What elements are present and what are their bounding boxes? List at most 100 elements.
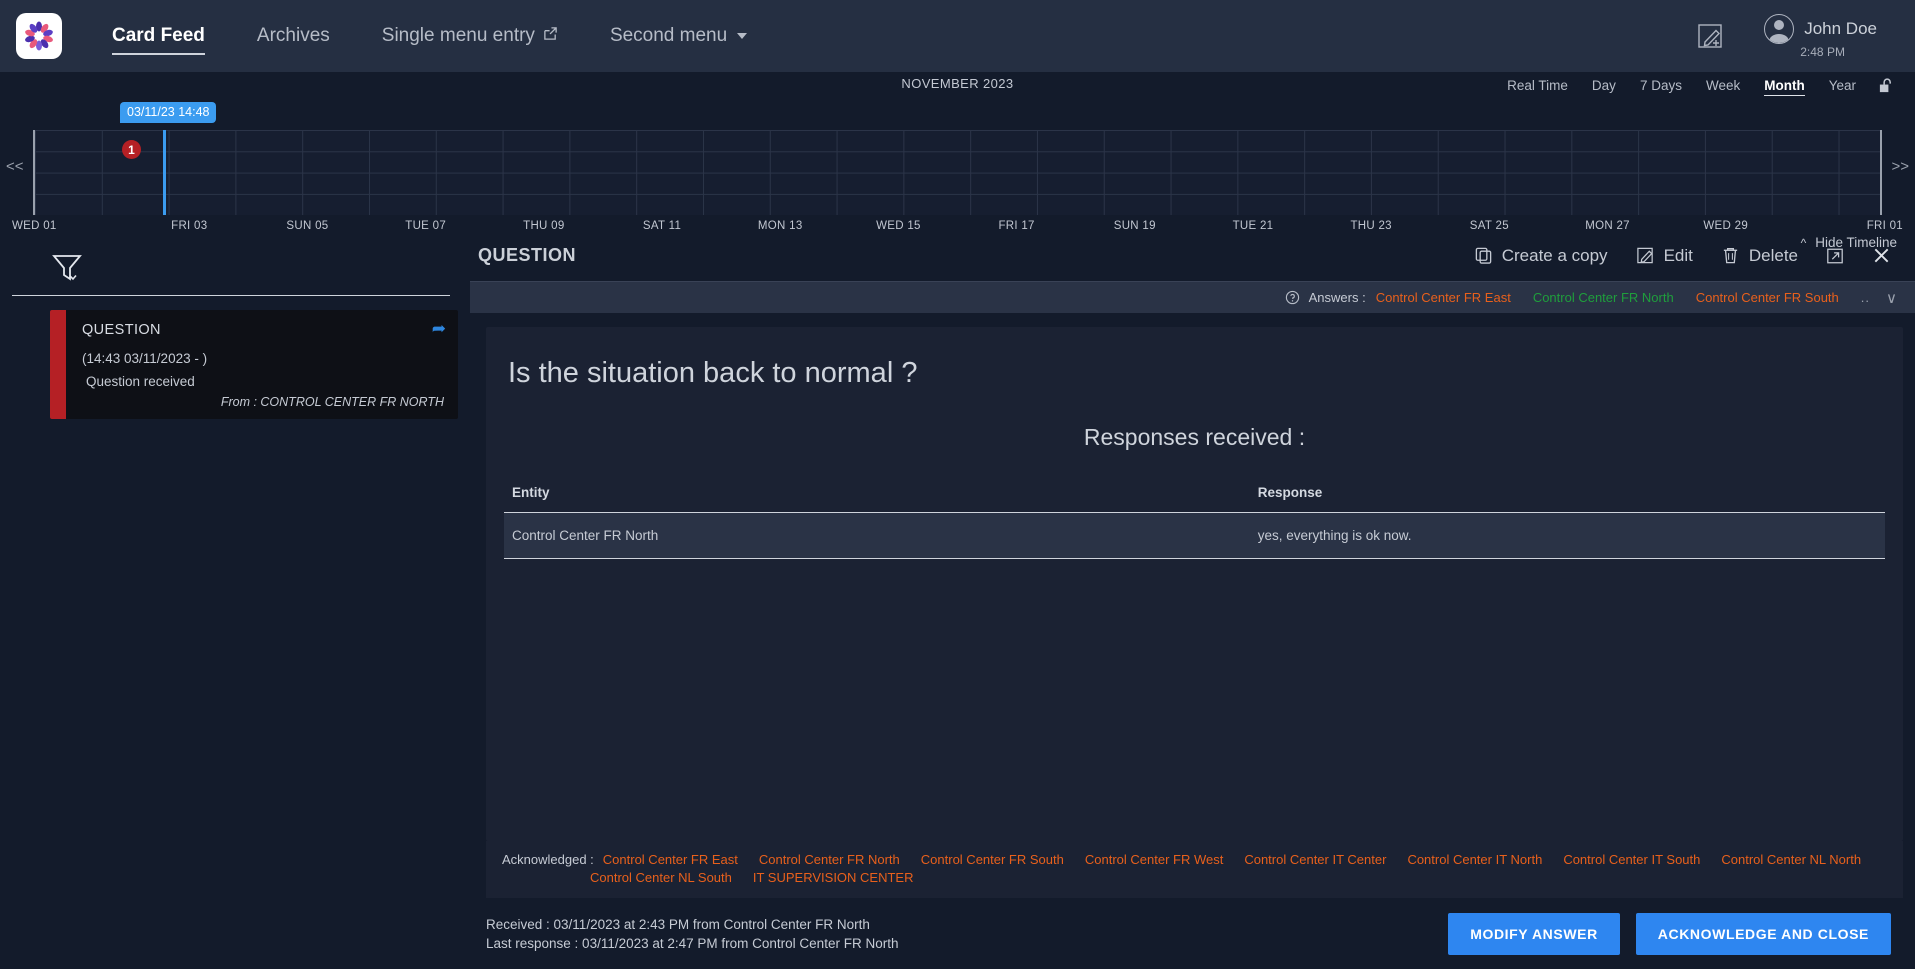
ack-chip-fr-east[interactable]: Control Center FR East <box>603 852 738 867</box>
answer-chip-fr-east[interactable]: Control Center FR East <box>1376 290 1511 305</box>
user-menu[interactable]: John Doe 2:48 PM <box>1764 13 1877 59</box>
table-row[interactable]: Control Center FR North yes, everything … <box>504 512 1885 559</box>
timeline-prev-button[interactable]: << <box>6 158 24 175</box>
axis-tick: MON 27 <box>1585 220 1630 232</box>
nav-item-archives[interactable]: Archives <box>231 19 356 53</box>
card-detail-panel: QUESTION Create a copy Edit Delete Answe… <box>470 230 1915 969</box>
axis-tick: MON 13 <box>757 220 803 232</box>
action-label: Delete <box>1748 245 1798 265</box>
ack-chip-it-south[interactable]: Control Center IT South <box>1563 852 1700 867</box>
period-day[interactable]: Day <box>1580 75 1628 96</box>
nav-label: Single menu entry <box>381 25 535 46</box>
answer-chip-fr-south[interactable]: Control Center FR South <box>1696 290 1839 305</box>
chevron-up-icon: ^ <box>1800 235 1807 250</box>
ack-chip-it-supervision-center[interactable]: IT SUPERVISION CENTER <box>753 870 914 885</box>
period-year[interactable]: Year <box>1817 75 1868 96</box>
ack-chip-fr-west[interactable]: Control Center FR West <box>1085 852 1223 867</box>
nav-item-single-menu-entry[interactable]: Single menu entry <box>356 19 584 53</box>
acknowledge-and-close-button[interactable]: ACKNOWLEDGE AND CLOSE <box>1635 913 1891 955</box>
pencil-icon <box>1636 246 1655 265</box>
timeline-cursor-line[interactable] <box>163 130 166 215</box>
ack-chip-fr-south[interactable]: Control Center FR South <box>921 852 1064 867</box>
modify-answer-button[interactable]: MODIFY ANSWER <box>1448 913 1620 955</box>
nav-label: Archives <box>256 25 330 46</box>
column-header-entity: Entity <box>504 475 1250 513</box>
answers-label: Answers : <box>1308 290 1366 305</box>
card-sender: From : CONTROL CENTER FR NORTH <box>220 395 444 409</box>
card-detail-footer: Received : 03/11/2023 at 2:43 PM from Co… <box>470 898 1915 969</box>
card-feed-sidebar: QUESTION ➦ (14:43 03/11/2023 - ) Questio… <box>0 230 470 969</box>
answers-expand-chevron-icon[interactable]: ∨ <box>1886 289 1897 307</box>
period-week[interactable]: Week <box>1694 75 1752 96</box>
nav-item-card-feed[interactable]: Card Feed <box>86 19 231 55</box>
create-card-button[interactable] <box>1696 21 1726 51</box>
axis-tick: TUE 21 <box>1232 220 1274 232</box>
reply-arrow-icon[interactable]: ➦ <box>432 320 446 337</box>
answer-chip-fr-north[interactable]: Control Center FR North <box>1533 290 1674 305</box>
timeline-lock-button[interactable] <box>1878 77 1895 94</box>
action-label: Edit <box>1663 245 1693 265</box>
timeline-chart[interactable]: << >> 03/11/23 14:48 1 WED 01 FRI 03 SUN… <box>0 102 1915 250</box>
create-a-copy-button[interactable]: Create a copy <box>1474 246 1608 266</box>
ack-chip-it-north[interactable]: Control Center IT North <box>1407 852 1542 867</box>
received-info: Received : 03/11/2023 at 2:43 PM from Co… <box>486 916 870 932</box>
ack-chip-nl-north[interactable]: Control Center NL North <box>1721 852 1861 867</box>
card-timestamp: (14:43 03/11/2023 - ) <box>82 351 208 366</box>
funnel-filter-icon <box>52 255 82 281</box>
hide-timeline-label: Hide Timeline <box>1815 235 1897 250</box>
axis-tick: SAT 11 <box>642 220 682 232</box>
user-name: John Doe <box>1804 18 1877 38</box>
edit-button[interactable]: Edit <box>1636 246 1693 266</box>
question-text: Is the situation back to normal ? <box>508 357 918 389</box>
timeline-panel: NOVEMBER 2023 Real Time Day 7 Days Week … <box>0 72 1915 250</box>
hide-timeline-button[interactable]: ^ Hide Timeline <box>1801 235 1897 250</box>
answers-overflow[interactable]: .. <box>1861 290 1870 305</box>
nav-label: Card Feed <box>112 25 205 46</box>
action-label: Create a copy <box>1501 245 1608 265</box>
ack-chip-fr-north[interactable]: Control Center FR North <box>759 852 900 867</box>
period-month[interactable]: Month <box>1752 75 1816 96</box>
pencil-square-plus-icon <box>1698 24 1722 48</box>
timeline-next-button[interactable]: >> <box>1891 158 1909 175</box>
padlock-open-icon <box>1879 78 1891 93</box>
card-severity-bar <box>50 310 66 419</box>
question-mark-circle-icon <box>1285 290 1300 305</box>
timeline-period-selector: Real Time Day 7 Days Week Month Year <box>1495 75 1895 96</box>
answers-summary-bar: Answers : Control Center FR East Control… <box>470 282 1915 313</box>
header-right-tools: John Doe 2:48 PM <box>1696 13 1899 59</box>
timeline-grid <box>33 130 1882 215</box>
detail-header: QUESTION Create a copy Edit Delete <box>470 230 1915 282</box>
axis-tick: SUN 19 <box>1113 220 1156 232</box>
axis-tick: FRI 01 <box>1866 220 1903 232</box>
acknowledged-label: Acknowledged : <box>502 852 594 868</box>
acknowledged-bar: Acknowledged : Control Center FR East Cont… <box>486 841 1903 898</box>
axis-tick: WED 29 <box>1703 220 1749 232</box>
app-logo[interactable] <box>16 13 62 59</box>
copy-icon <box>1474 246 1493 265</box>
cell-response: yes, everything is ok now. <box>1249 512 1885 559</box>
nav-label: Second menu <box>609 25 728 46</box>
responses-heading: Responses received : <box>1083 424 1306 450</box>
ack-chip-nl-south[interactable]: Control Center NL South <box>590 869 732 886</box>
timeline-event-marker[interactable]: 1 <box>122 140 141 159</box>
main-menu: Card Feed Archives Single menu entry Sec… <box>86 19 773 55</box>
sidebar-toolbar <box>12 244 450 296</box>
column-header-response: Response <box>1249 475 1885 513</box>
period-7-days[interactable]: 7 Days <box>1628 75 1694 96</box>
card-title: QUESTION <box>82 322 161 338</box>
delete-button[interactable]: Delete <box>1721 246 1798 266</box>
ack-chip-it-center[interactable]: Control Center IT Center <box>1244 852 1386 867</box>
axis-tick: THU 09 <box>523 220 565 232</box>
axis-tick: FRI 17 <box>998 220 1035 232</box>
external-link-icon <box>543 25 558 47</box>
filter-funnel-button[interactable] <box>50 250 84 289</box>
nav-item-second-menu[interactable]: Second menu <box>584 19 773 53</box>
trash-icon <box>1721 246 1740 265</box>
period-real-time[interactable]: Real Time <box>1495 75 1580 96</box>
last-response-info: Last response : 03/11/2023 at 2:47 PM fr… <box>486 936 899 951</box>
axis-tick: THU 23 <box>1350 220 1392 232</box>
chevron-down-icon <box>737 33 748 39</box>
axis-tick: SAT 25 <box>1469 220 1509 232</box>
flower-ring-logo-icon <box>25 21 53 51</box>
card-feed-item-question[interactable]: QUESTION ➦ (14:43 03/11/2023 - ) Questio… <box>50 310 458 419</box>
